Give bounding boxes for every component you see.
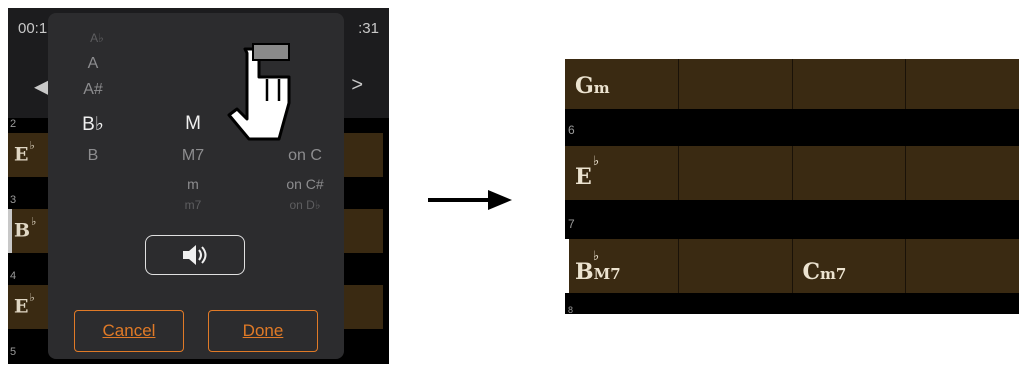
measure-number: 3 bbox=[10, 194, 17, 206]
chord-cell[interactable] bbox=[678, 239, 793, 293]
measure-row: Gm bbox=[565, 59, 1019, 109]
measure-row: B ♭ M7 Cm7 bbox=[565, 239, 1019, 293]
bass-option[interactable]: on C# bbox=[270, 176, 340, 192]
quality-option[interactable]: m bbox=[173, 176, 213, 192]
chord-cell[interactable] bbox=[792, 146, 907, 200]
selection-indicator bbox=[565, 239, 569, 293]
chord-cell[interactable] bbox=[343, 209, 383, 253]
chord-cell[interactable]: B ♭ M7 bbox=[565, 239, 679, 293]
measure-number: 2 bbox=[10, 118, 17, 130]
chord-cell[interactable] bbox=[343, 285, 383, 329]
chord-sheet-result: Gm 6 E ♭ 7 B ♭ M7 Cm7 8 bbox=[565, 59, 1019, 314]
chord-cell[interactable]: Gm bbox=[565, 59, 679, 109]
chord-cell: E♭ bbox=[8, 285, 50, 329]
root-option[interactable]: B bbox=[78, 147, 108, 165]
chord-quality: m bbox=[593, 79, 610, 97]
measure-number: 4 bbox=[10, 270, 17, 282]
chord-label: B ♭ M7 bbox=[575, 249, 621, 285]
quality-option-selected[interactable]: M bbox=[173, 113, 213, 135]
preview-sound-button[interactable] bbox=[145, 235, 245, 275]
bass-option[interactable]: on D♭ bbox=[270, 198, 340, 212]
chord-root: C bbox=[802, 259, 821, 285]
speaker-icon bbox=[183, 245, 207, 265]
elapsed-time: 00:1 bbox=[18, 20, 48, 37]
measure-number: 5 bbox=[10, 346, 17, 358]
chord-accidental: ♭ bbox=[29, 291, 35, 304]
chord-label: E♭ bbox=[575, 154, 599, 190]
chord-cell[interactable]: E ♭ bbox=[565, 146, 679, 200]
chord-root: G bbox=[575, 73, 594, 99]
chord-accidental: ♭ bbox=[593, 249, 600, 264]
chord-label: B♭ bbox=[14, 215, 36, 242]
chord-label: Cm7 bbox=[803, 259, 847, 285]
root-option[interactable]: A♭ bbox=[82, 31, 112, 45]
chord-cell[interactable] bbox=[906, 59, 1019, 109]
root-option[interactable]: A bbox=[78, 55, 108, 73]
next-icon[interactable]: > bbox=[351, 74, 363, 97]
chord-cell: B♭ bbox=[8, 209, 50, 253]
measure-number: 8 bbox=[568, 305, 574, 314]
chord-label: E♭ bbox=[14, 139, 35, 166]
arrow-right-icon bbox=[428, 190, 512, 210]
chord-root: B bbox=[575, 259, 594, 285]
tap-hand-icon bbox=[227, 43, 291, 141]
chord-accidental: ♭ bbox=[29, 139, 35, 152]
chord-accidental: ♭ bbox=[31, 215, 37, 228]
done-button[interactable]: Done bbox=[208, 310, 318, 352]
chord-editor-screen: 00:1 :31 ◀ > 2 E♭ 3 B♭ 4 E♭ 5 A♭ A A# B♭… bbox=[8, 8, 389, 364]
cancel-button[interactable]: Cancel bbox=[74, 310, 184, 352]
bass-option[interactable]: on C bbox=[270, 147, 340, 165]
chord-cell[interactable] bbox=[343, 133, 383, 177]
chord-root: B bbox=[14, 219, 31, 242]
chord-label: E♭ bbox=[14, 291, 35, 318]
chord-cell[interactable] bbox=[906, 146, 1019, 200]
chord-picker-dialog: A♭ A A# B♭ B M M7 m m7 on C on C# on D♭ … bbox=[48, 13, 344, 359]
root-option-selected[interactable]: B♭ bbox=[74, 113, 112, 136]
chord-accidental: ♭ bbox=[593, 154, 600, 169]
measure-number: 7 bbox=[568, 217, 575, 231]
measure-row: E ♭ bbox=[565, 146, 1019, 200]
chord-cell[interactable] bbox=[678, 146, 793, 200]
total-time: :31 bbox=[358, 20, 379, 37]
chord-cell[interactable] bbox=[678, 59, 793, 109]
measure-number: 6 bbox=[568, 123, 575, 137]
quality-option[interactable]: M7 bbox=[173, 147, 213, 165]
chord-root: E bbox=[14, 295, 29, 318]
chord-root: E bbox=[575, 164, 592, 190]
chord-quality: m7 bbox=[820, 265, 847, 283]
chord-root: E bbox=[14, 143, 29, 166]
selection-indicator bbox=[8, 209, 12, 253]
chord-cell: E♭ bbox=[8, 133, 50, 177]
quality-option[interactable]: m7 bbox=[173, 198, 213, 212]
chord-cell[interactable] bbox=[792, 59, 907, 109]
chord-cell[interactable] bbox=[906, 239, 1019, 293]
chord-cell[interactable]: Cm7 bbox=[792, 239, 907, 293]
chord-quality: M7 bbox=[593, 265, 621, 283]
root-option[interactable]: A# bbox=[76, 81, 110, 99]
chord-label: Gm bbox=[575, 73, 610, 99]
